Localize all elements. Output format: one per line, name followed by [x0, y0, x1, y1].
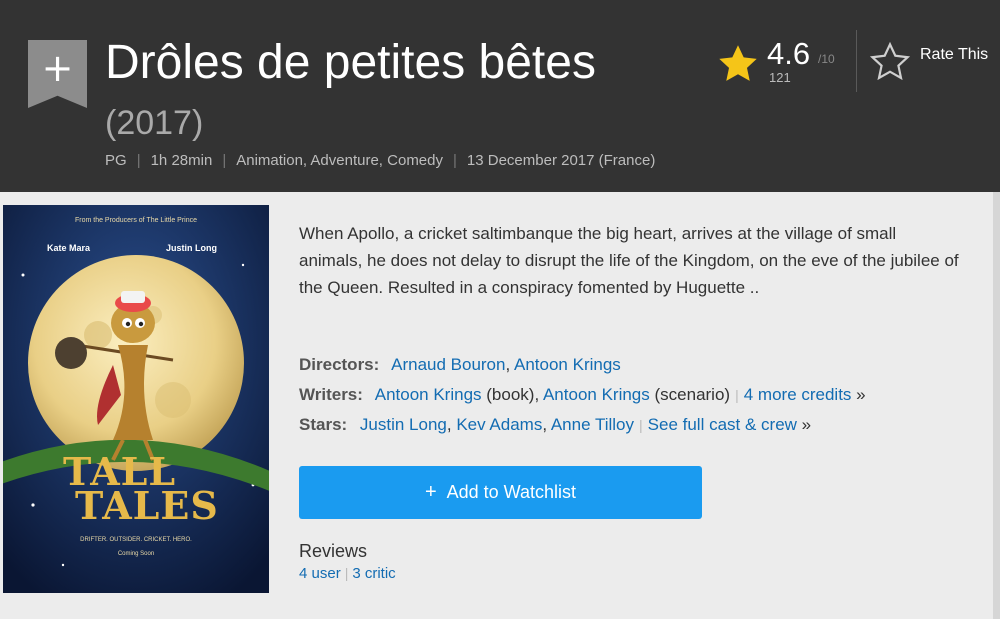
poster-tagline: DRIFTER. OUTSIDER. CRICKET. HERO.: [80, 537, 192, 543]
poster-top-line: From the Producers of The Little Prince: [74, 217, 198, 224]
add-to-watchlist-ribbon[interactable]: +: [28, 40, 87, 108]
rating-count: 121: [769, 70, 791, 85]
meta-separator: |: [222, 152, 227, 169]
rating-value: 4.6: [767, 36, 811, 71]
credits-section: Directors: Arnaud Bouron, Antoon Krings …: [299, 352, 866, 442]
title-meta: PG | 1h 28min | Animation, Adventure, Comedy…: [105, 152, 655, 169]
critic-reviews-link[interactable]: 3 critic: [352, 565, 395, 582]
directors-label: Directors:: [299, 355, 380, 374]
writers-row: Writers: Antoon Krings (book), Antoon Kr…: [299, 382, 866, 412]
full-cast-link[interactable]: See full cast & crew: [648, 415, 797, 434]
poster-actor-left: Kate Mara: [47, 243, 91, 253]
certificate: PG: [105, 152, 127, 169]
rating-divider: [856, 30, 857, 92]
star-filled-icon: [719, 45, 757, 81]
watchlist-label: Add to Watchlist: [446, 482, 577, 502]
poster-coming: Coming Soon: [117, 551, 155, 557]
plus-icon: +: [41, 46, 74, 90]
poster-actor-right: Justin Long: [166, 243, 217, 253]
chevron-right-icon: »: [801, 415, 812, 434]
plot-text: When Apollo, a cricket saltimbanque the …: [299, 224, 959, 297]
meta-separator: |: [136, 152, 141, 169]
meta-separator: |: [453, 152, 457, 169]
writer-link[interactable]: Antoon Krings: [375, 385, 482, 404]
directors-row: Directors: Arnaud Bouron, Antoon Krings: [299, 352, 866, 382]
scrollbar-track[interactable]: [993, 192, 1000, 619]
genres[interactable]: Animation, Adventure, Comedy: [236, 152, 443, 169]
reviews-heading: Reviews: [299, 541, 368, 561]
star-link[interactable]: Justin Long: [360, 415, 447, 434]
add-to-watchlist-button[interactable]: + Add to Watchlist: [299, 466, 702, 519]
plus-icon: +: [424, 481, 437, 503]
star-link[interactable]: Anne Tilloy: [551, 415, 634, 434]
writers-label: Writers:: [299, 385, 363, 404]
director-link[interactable]: Arnaud Bouron: [391, 355, 505, 374]
comma: ,: [446, 415, 457, 434]
title-header: + Drôles de petites bêtes (2017) PG | 1h 2…: [0, 0, 1000, 192]
star-link[interactable]: Kev Adams: [456, 415, 542, 434]
reviews-section: Reviews 4 user | 3 critic: [299, 541, 396, 582]
rating-out-of: /10: [818, 52, 835, 66]
release-date[interactable]: 13 December 2017 (France): [467, 152, 655, 169]
stars-label: Stars:: [299, 415, 348, 434]
stars-row: Stars: Justin Long, Kev Adams, Anne Till…: [299, 412, 866, 442]
link-separator: |: [735, 387, 739, 403]
page-title: Drôles de petites bêtes (2017): [105, 35, 665, 151]
rate-this-label: Rate This: [920, 46, 989, 63]
more-credits-link[interactable]: 4 more credits: [744, 385, 852, 404]
star-outline-icon: [869, 41, 911, 81]
movie-poster[interactable]: From the Producers of The Little Prince …: [3, 205, 269, 593]
reviews-links: 4 user | 3 critic: [299, 565, 396, 582]
plot-summary: When Apollo, a cricket saltimbanque the …: [299, 220, 959, 301]
writer-role: (scenario): [654, 385, 731, 404]
link-separator: |: [639, 417, 643, 433]
director-link[interactable]: Antoon Krings: [514, 355, 621, 374]
link-separator: |: [344, 565, 349, 581]
runtime: 1h 28min: [150, 152, 213, 169]
poster-artwork: [3, 205, 269, 593]
movie-title: Drôles de petites bêtes: [105, 36, 596, 89]
poster-title-line2: TALES: [75, 483, 219, 528]
user-reviews-link[interactable]: 4 user: [299, 565, 341, 582]
writer-role: (book): [486, 385, 535, 404]
imdb-rating[interactable]: 4.6 /10 121: [716, 36, 846, 98]
comma: ,: [534, 385, 543, 404]
rate-this-button[interactable]: Rate This: [866, 38, 1000, 88]
chevron-right-icon: »: [856, 385, 866, 404]
comma: ,: [505, 355, 514, 374]
movie-year: (2017): [105, 104, 204, 142]
watchlist-button-content: + Add to Watchlist: [299, 466, 702, 519]
writer-link[interactable]: Antoon Krings: [543, 385, 650, 404]
comma: ,: [542, 415, 551, 434]
